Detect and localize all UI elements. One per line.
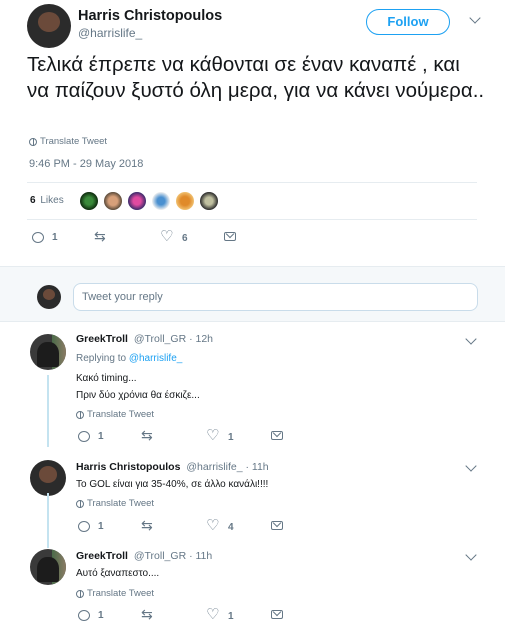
- retweet-button[interactable]: [141, 606, 163, 623]
- reply-button[interactable]: 1: [78, 431, 104, 442]
- liker-avatar[interactable]: [80, 192, 98, 210]
- globe-icon: [76, 589, 84, 598]
- likes-label: Likes: [40, 195, 64, 206]
- liker-avatar[interactable]: [152, 192, 170, 210]
- translate-tweet-link[interactable]: Translate Tweet: [76, 588, 154, 599]
- chevron-down-icon[interactable]: [465, 333, 477, 345]
- like-count: 1: [228, 610, 234, 622]
- retweet-icon: [141, 427, 155, 444]
- reply-header: GreekTroll @Troll_GR · 12h: [76, 333, 213, 345]
- heart-icon: [160, 227, 174, 245]
- retweet-icon: [141, 517, 155, 534]
- reply-text-line: Πριν δύο χρόνια θα έσκιζε...: [76, 390, 200, 401]
- reply-input[interactable]: Tweet your reply: [73, 283, 478, 311]
- translate-tweet-link[interactable]: Translate Tweet: [76, 409, 154, 420]
- reply-text-line: Το GOL είναι για 35-40%, σε άλλο κανάλι!…: [76, 479, 269, 490]
- globe-icon: [29, 137, 37, 146]
- reply-author-name[interactable]: GreekTroll: [76, 550, 128, 562]
- direct-message-button[interactable]: [224, 232, 236, 241]
- reply-author-handle[interactable]: @harrislife_: [186, 461, 242, 473]
- chevron-down-icon[interactable]: [469, 12, 481, 24]
- reply-icon: [78, 431, 90, 442]
- author-name[interactable]: Harris Christopoulos: [78, 8, 222, 24]
- translate-tweet-link[interactable]: Translate Tweet: [76, 498, 154, 509]
- reply-header: Harris Christopoulos @harrislife_ · 11h: [76, 461, 269, 473]
- reply-button[interactable]: 1: [78, 610, 104, 621]
- replying-to-prefix: Replying to: [76, 353, 127, 364]
- reply-header: GreekTroll @Troll_GR · 11h: [76, 550, 212, 562]
- like-count: 1: [228, 431, 234, 443]
- reply-count: 1: [98, 521, 104, 532]
- heart-icon: [206, 426, 220, 444]
- reply-author-handle[interactable]: @Troll_GR: [134, 550, 186, 562]
- reply-author-name[interactable]: Harris Christopoulos: [76, 461, 180, 473]
- likes-summary[interactable]: 6 Likes: [30, 195, 64, 206]
- thread-connector: [47, 493, 49, 548]
- envelope-icon: [271, 431, 283, 440]
- retweet-button[interactable]: [94, 228, 116, 245]
- reply-author-handle[interactable]: @Troll_GR: [134, 333, 186, 345]
- envelope-icon: [224, 232, 236, 241]
- reply-avatar[interactable]: [30, 460, 66, 496]
- retweet-icon: [141, 606, 155, 623]
- author-handle[interactable]: @harrislife_: [78, 26, 142, 40]
- translate-tweet-link[interactable]: Translate Tweet: [29, 136, 107, 147]
- tweet-timestamp[interactable]: 9:46 PM - 29 May 2018: [29, 158, 143, 170]
- retweet-icon: [94, 228, 108, 245]
- reply-avatar[interactable]: [30, 334, 66, 370]
- likes-count: 6: [30, 195, 36, 206]
- retweet-button[interactable]: [141, 517, 163, 534]
- like-button[interactable]: 1: [206, 426, 234, 444]
- liker-avatar[interactable]: [104, 192, 122, 210]
- like-button[interactable]: 1: [206, 605, 234, 623]
- like-button[interactable]: 6: [160, 227, 188, 245]
- reply-button[interactable]: 1: [32, 232, 58, 243]
- divider: [27, 219, 477, 220]
- retweet-button[interactable]: [141, 427, 163, 444]
- like-button[interactable]: 4: [206, 516, 234, 534]
- translate-label: Translate Tweet: [87, 498, 155, 509]
- reply-icon: [32, 232, 44, 243]
- divider: [27, 182, 477, 183]
- chevron-down-icon[interactable]: [465, 460, 477, 472]
- reply-count: 1: [98, 610, 104, 621]
- heart-icon: [206, 605, 220, 623]
- reply-icon: [78, 610, 90, 621]
- reply-text-line: Κακό timing...: [76, 373, 137, 384]
- direct-message-button[interactable]: [271, 610, 283, 619]
- envelope-icon: [271, 610, 283, 619]
- reply-avatar[interactable]: [30, 549, 66, 585]
- reply-count: 1: [52, 232, 58, 243]
- translate-label: Translate Tweet: [87, 409, 155, 420]
- like-count: 4: [228, 521, 234, 533]
- direct-message-button[interactable]: [271, 431, 283, 440]
- replying-to-handle[interactable]: @harrislife_: [129, 353, 183, 364]
- liker-avatar[interactable]: [176, 192, 194, 210]
- liker-avatar[interactable]: [128, 192, 146, 210]
- follow-button[interactable]: Follow: [366, 9, 450, 35]
- reply-author-name[interactable]: GreekTroll: [76, 333, 128, 345]
- reply-text-line: Αυτό ξαναπεστο....: [76, 568, 160, 579]
- translate-label: Translate Tweet: [87, 588, 155, 599]
- chevron-down-icon[interactable]: [465, 549, 477, 561]
- current-user-avatar: [37, 285, 61, 309]
- thread-connector: [47, 375, 49, 447]
- reply-time[interactable]: · 11h: [189, 550, 212, 562]
- envelope-icon: [271, 521, 283, 530]
- heart-icon: [206, 516, 220, 534]
- translate-label: Translate Tweet: [40, 136, 108, 147]
- liker-avatar[interactable]: [200, 192, 218, 210]
- globe-icon: [76, 410, 84, 419]
- tweet-text: Τελικά έπρεπε να κάθονται σε έναν καναπέ…: [27, 53, 485, 102]
- direct-message-button[interactable]: [271, 521, 283, 530]
- reply-time[interactable]: · 12h: [189, 333, 213, 345]
- author-avatar[interactable]: [27, 4, 71, 48]
- globe-icon: [76, 499, 84, 508]
- replying-to: Replying to @harrislife_: [76, 353, 182, 364]
- reply-time[interactable]: · 11h: [245, 461, 268, 473]
- reply-icon: [78, 521, 90, 532]
- like-count: 6: [182, 232, 188, 244]
- reply-count: 1: [98, 431, 104, 442]
- reply-button[interactable]: 1: [78, 521, 104, 532]
